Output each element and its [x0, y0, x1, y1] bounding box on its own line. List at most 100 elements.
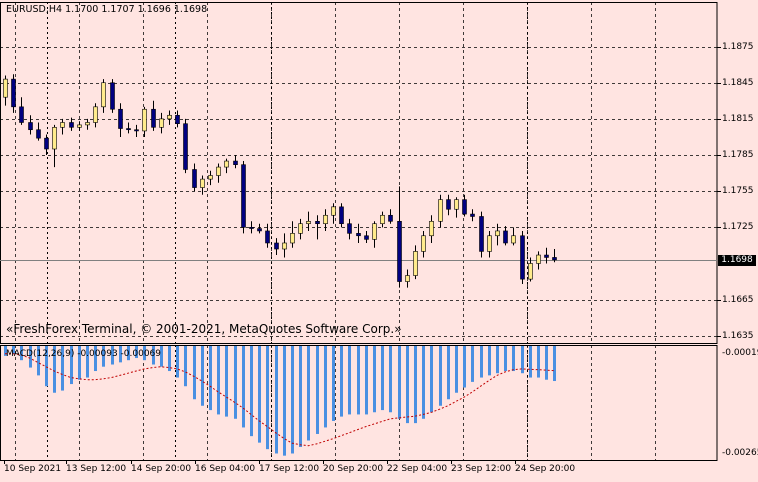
candle-body	[290, 233, 295, 244]
macd-histogram-bar	[389, 346, 392, 413]
candle-body	[364, 235, 369, 240]
macd-histogram-bar	[471, 346, 474, 382]
candle-body	[216, 166, 221, 176]
candle-body	[544, 254, 549, 258]
candle-body	[110, 82, 115, 110]
candle-body	[470, 213, 475, 217]
macd-histogram-bar	[299, 346, 302, 447]
macd-histogram-bar	[455, 346, 458, 393]
macd-histogram-bar	[529, 346, 532, 378]
candle-body	[36, 129, 41, 139]
candle-body	[126, 128, 131, 131]
candle-body	[265, 230, 270, 244]
macd-histogram-bar	[373, 346, 376, 413]
candle-body	[85, 122, 90, 126]
macd-histogram-bar	[496, 346, 499, 374]
macd-histogram-bar	[242, 346, 245, 428]
macd-histogram-bar	[488, 346, 491, 376]
time-axis-label: 14 Sep 20:00	[131, 464, 192, 474]
candle-body	[462, 199, 467, 215]
candle-body	[142, 108, 147, 132]
macd-scale-bottom: -0.00265	[722, 448, 758, 458]
candle-body	[503, 230, 508, 244]
macd-histogram-bar	[307, 346, 310, 441]
price-axis-label: 1.1725	[722, 221, 754, 232]
candle-body	[446, 199, 451, 210]
candle-body	[192, 169, 197, 188]
price-axis-label: 1.1815	[722, 113, 754, 124]
candle-body	[421, 235, 426, 252]
macd-histogram-bar	[184, 346, 187, 387]
candle-body	[93, 106, 98, 123]
candle-body	[167, 114, 172, 120]
candle-body	[511, 235, 516, 244]
macd-histogram-bar	[258, 346, 261, 443]
macd-indicator-label: MACD(12,26,9) -0.00093 -0.00069	[6, 349, 162, 359]
candle-body	[233, 160, 238, 165]
macd-histogram-bar	[545, 346, 548, 380]
macd-histogram-bar	[209, 346, 212, 411]
macd-scale-top: -0.00019	[722, 348, 758, 358]
candle-body	[372, 223, 377, 240]
macd-histogram-bar	[537, 346, 540, 378]
candle-body	[183, 123, 188, 170]
macd-histogram-bar	[324, 346, 327, 428]
price-axis-label: 1.1755	[722, 185, 754, 196]
candle-body	[438, 199, 443, 222]
candle-body	[77, 124, 82, 128]
macd-histogram-bar	[406, 346, 409, 424]
candle-body	[388, 214, 393, 222]
current-price-label: 1.1698	[718, 254, 756, 266]
macd-histogram-bar	[176, 346, 179, 378]
candle-body	[175, 114, 180, 124]
candle-body	[274, 242, 279, 250]
macd-histogram-bar	[275, 346, 278, 454]
candle-body	[249, 227, 254, 229]
candle-body	[118, 108, 123, 129]
time-axis-label: 20 Sep 20:00	[323, 464, 384, 474]
macd-histogram-bar	[365, 346, 368, 415]
candle-body	[101, 82, 106, 108]
symbol-ohlc-label: EURUSD,H4 1.1700 1.1707 1.1696 1.1698	[6, 4, 207, 15]
candle-body	[380, 214, 385, 225]
macd-histogram-bar	[340, 346, 343, 417]
candle-body	[11, 78, 16, 108]
macd-histogram-bar	[553, 346, 556, 382]
candle-body	[159, 118, 164, 128]
candle-body	[552, 257, 557, 261]
candle-body	[151, 108, 156, 128]
macd-histogram-bar	[193, 346, 196, 400]
candle-body	[298, 223, 303, 234]
chart-window[interactable]: EURUSD,H4 1.1700 1.1707 1.1696 1.1698 «F…	[0, 0, 758, 482]
candle-body	[413, 251, 418, 276]
candle-body	[3, 78, 8, 98]
macd-histogram-bar	[430, 346, 433, 413]
macd-histogram-bar	[234, 346, 237, 419]
price-axis-label: 1.1635	[722, 330, 754, 341]
macd-histogram-bar	[398, 346, 401, 419]
time-axis-label: 10 Sep 2021	[4, 464, 62, 474]
time-axis-label: 22 Sep 04:00	[387, 464, 448, 474]
macd-histogram-bar	[348, 346, 351, 415]
macd-histogram-bar	[414, 346, 417, 424]
candle-body	[224, 160, 229, 168]
candle-body	[28, 122, 33, 131]
candle-body	[208, 175, 213, 180]
macd-histogram-bar	[316, 346, 319, 434]
macd-histogram-bar	[357, 346, 360, 415]
copyright-text: «FreshForex Terminal, © 2001-2021, MetaQ…	[6, 322, 402, 336]
candle-body	[69, 122, 74, 128]
macd-histogram-bar	[439, 346, 442, 406]
macd-histogram-bar	[512, 346, 515, 372]
macd-histogram-bar	[463, 346, 466, 388]
candle-body	[356, 233, 361, 237]
macd-histogram-bar	[266, 346, 269, 450]
macd-histogram-bar	[332, 346, 335, 421]
chart-canvas[interactable]	[0, 0, 758, 482]
candle-body	[454, 199, 459, 210]
price-axis-label: 1.1845	[722, 77, 754, 88]
candle-body	[479, 216, 484, 252]
candle-body	[134, 129, 139, 132]
candle-body	[44, 137, 49, 150]
time-axis-label: 16 Sep 04:00	[195, 464, 256, 474]
